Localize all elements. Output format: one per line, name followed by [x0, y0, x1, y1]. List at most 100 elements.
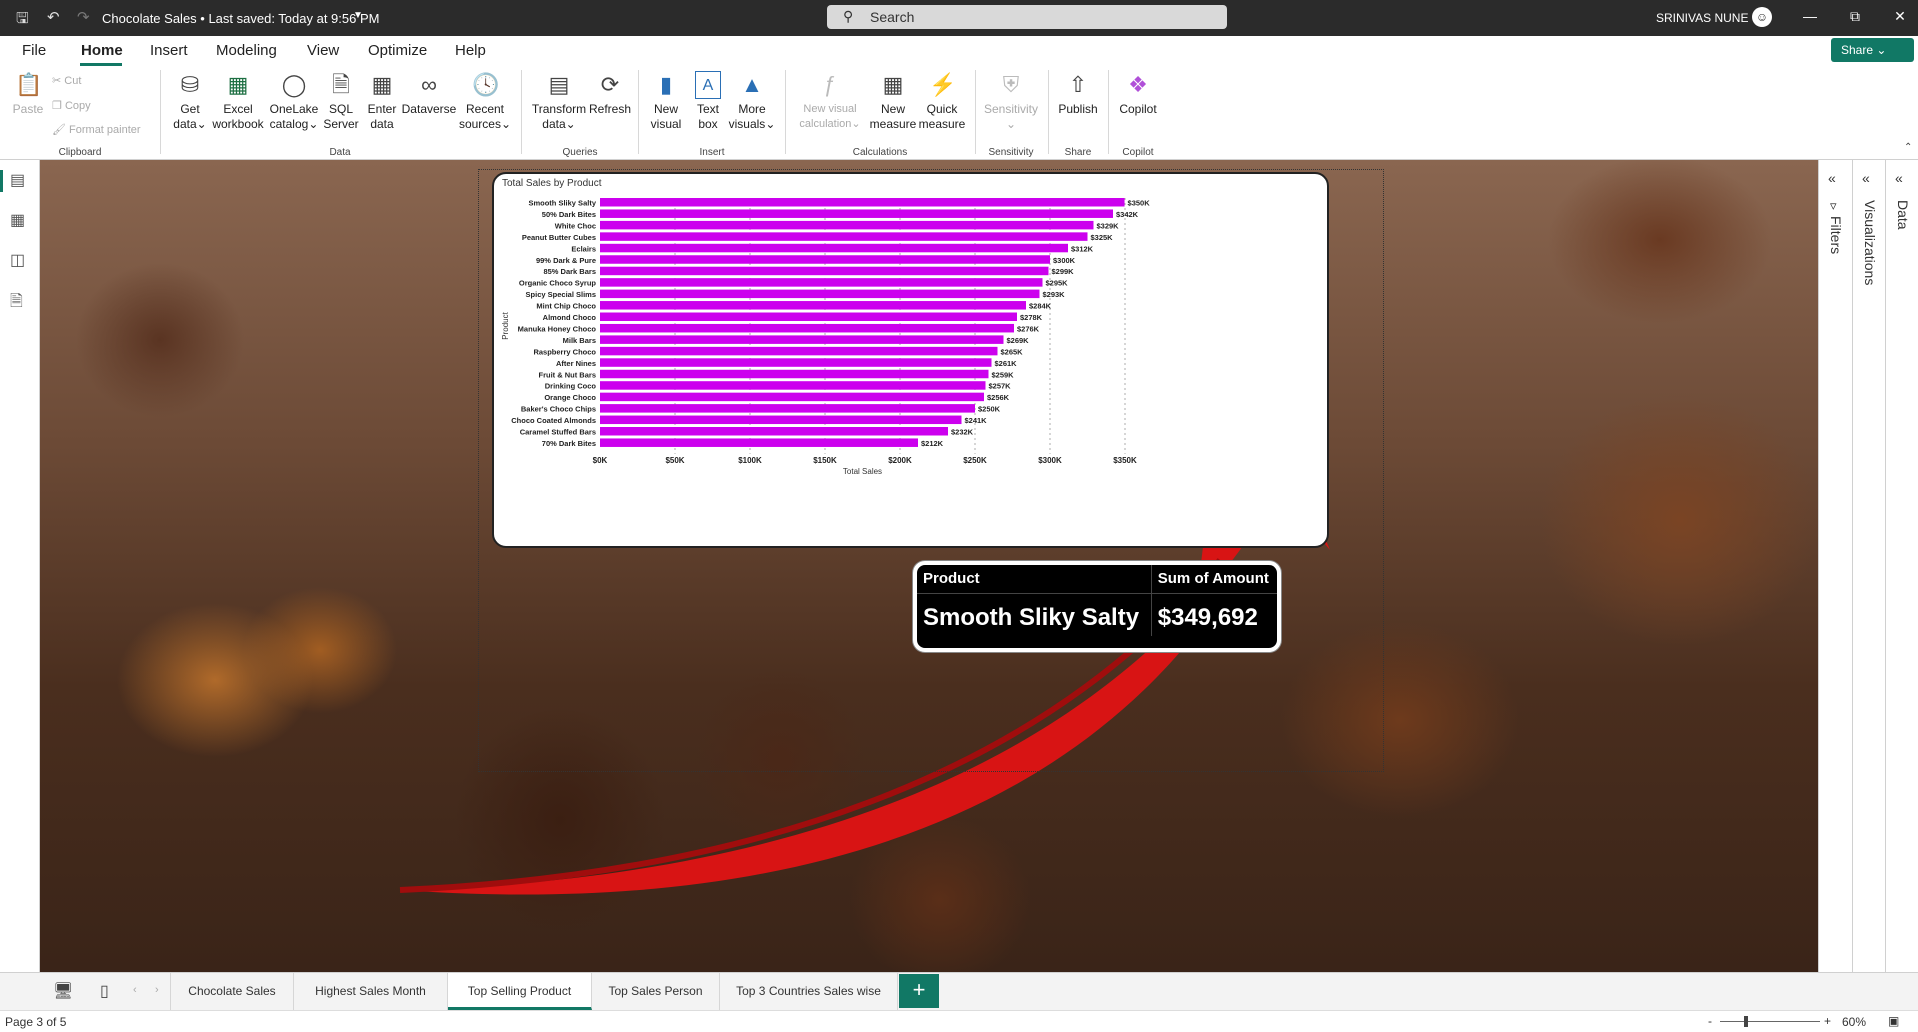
menu-bar: File Home Insert Modeling View Optimize … — [0, 36, 1918, 66]
new-measure-button[interactable]: ▦ New measure — [868, 66, 918, 132]
data-label: $284K — [1029, 302, 1052, 311]
x-tick-label: $50K — [665, 456, 684, 465]
page-indicator: Page 3 of 5 — [5, 1015, 67, 1029]
ribbon-separator — [975, 70, 976, 154]
dataverse-button[interactable]: ∞ Dataverse — [400, 66, 458, 117]
zoom-slider[interactable] — [1720, 1021, 1820, 1022]
publish-button[interactable]: ⇧ Publish — [1054, 66, 1102, 117]
model-view-icon[interactable]: ◫ — [10, 250, 25, 270]
x-tick-label: $250K — [963, 456, 987, 465]
restore-button[interactable]: ⧉ — [1840, 8, 1870, 25]
x-axis-title: Total Sales — [843, 467, 882, 476]
document-title[interactable]: Chocolate Sales • Last saved: Today at 9… — [102, 11, 379, 26]
chevron-up-icon[interactable]: ⌃ — [1904, 142, 1912, 153]
redo-icon[interactable]: ↷ — [77, 8, 90, 26]
chevron-left-icon[interactable]: « — [1828, 170, 1836, 186]
new-visual-calculation-button[interactable]: ƒ New visual calculation⌄ — [790, 66, 870, 132]
recent-sources-button[interactable]: 🕓 Recent sources⌄ — [458, 66, 512, 132]
quick-measure-button[interactable]: ⚡ Quick measure — [916, 66, 968, 132]
sensitivity-button[interactable]: ⛨ Sensitivity ⌄ — [980, 66, 1042, 132]
enter-data-button[interactable]: ▦ Enter data — [362, 66, 402, 132]
bar — [600, 381, 986, 390]
bar — [600, 266, 1049, 276]
menu-optimize[interactable]: Optimize — [368, 42, 427, 59]
table-view-icon[interactable]: ▦ — [10, 210, 25, 230]
add-page-button[interactable]: + — [899, 974, 939, 1008]
data-label: $295K — [1046, 279, 1069, 288]
fit-to-page-icon[interactable]: ▣ — [1888, 1014, 1899, 1028]
dax-query-view-icon[interactable]: 🗎 — [10, 290, 23, 317]
zoom-slider-thumb[interactable] — [1744, 1016, 1748, 1027]
table-cell-product: Smooth Sliky Salty — [923, 604, 1140, 631]
bar — [600, 335, 1004, 344]
chevron-left-icon[interactable]: ‹ — [133, 984, 137, 996]
bar-chart-icon: ▮ — [659, 72, 673, 97]
menu-file[interactable]: File — [22, 42, 46, 59]
y-tick-label: After Nines — [556, 359, 596, 368]
undo-icon[interactable]: ↶ — [47, 8, 60, 26]
recent-label-2: sources — [458, 117, 501, 131]
transform-data-button[interactable]: ▤ Transform data⌄ — [528, 66, 590, 132]
tab-chocolate-sales[interactable]: Chocolate Sales — [170, 973, 294, 1010]
share-button[interactable]: Share ⌄ — [1831, 38, 1914, 62]
get-data-button[interactable]: ⛁ Get data⌄ — [167, 66, 213, 132]
save-icon[interactable]: 🖫 — [16, 8, 29, 33]
sql-server-button[interactable]: 🗎 SQL Server — [321, 66, 361, 132]
chevron-left-icon[interactable]: « — [1862, 170, 1870, 186]
menu-home[interactable]: Home — [81, 42, 123, 59]
chevron-down-icon: ⌄ — [1876, 43, 1887, 57]
filters-label[interactable]: Filters — [1828, 216, 1844, 254]
bar — [600, 415, 962, 425]
power-bi-window: 🖫 ↶ ↷ Chocolate Sales • Last saved: Toda… — [0, 0, 1918, 1032]
recent-label-1: Recent — [465, 102, 505, 116]
format-painter-button[interactable]: 🖌 Format painter — [52, 123, 141, 136]
cut-button[interactable]: ✂ Cut — [52, 74, 81, 87]
menu-insert[interactable]: Insert — [150, 42, 188, 59]
tab-highest-sales-month[interactable]: Highest Sales Month — [294, 973, 448, 1010]
more-visuals-button[interactable]: ▲ More visuals⌄ — [727, 66, 777, 132]
bar-chart-visual[interactable]: Total Sales by Product $0K $50K $100K $150K… — [492, 172, 1329, 548]
close-button[interactable]: ✕ — [1885, 8, 1915, 25]
menu-modeling[interactable]: Modeling — [216, 42, 277, 59]
chevron-left-icon[interactable]: « — [1895, 170, 1903, 186]
dataverse-label: Dataverse — [401, 102, 457, 116]
desktop-layout-icon[interactable]: 🖥 — [53, 981, 73, 1001]
menu-help[interactable]: Help — [455, 42, 486, 59]
user-name[interactable]: SRINIVAS NUNE — [1656, 11, 1748, 25]
avatar[interactable]: ☺ — [1752, 7, 1772, 27]
get-data-label-1: Get — [180, 102, 200, 116]
y-tick-label: 70% Dark Bites — [542, 439, 596, 448]
paste-label: Paste — [12, 102, 44, 116]
data-label: $276K — [1017, 324, 1040, 333]
tab-top-3-countries[interactable]: Top 3 Countries Sales wise — [720, 973, 898, 1010]
refresh-button[interactable]: ⟳ Refresh — [587, 66, 633, 117]
zoom-out-button[interactable]: - — [1708, 1014, 1712, 1028]
filters-pane[interactable]: « ▿ Filters — [1818, 160, 1852, 972]
data-label: $299K — [1052, 267, 1075, 276]
mobile-layout-icon[interactable]: ▯ — [100, 981, 109, 1001]
zoom-in-button[interactable]: + — [1824, 1014, 1831, 1028]
excel-workbook-button[interactable]: ▦ Excel workbook — [210, 66, 266, 132]
paste-button[interactable]: 📋 Paste — [8, 66, 48, 117]
table-visual[interactable]: Product Sum of Amount Smooth Sliky Salty… — [913, 561, 1281, 652]
minimize-button[interactable]: — — [1795, 8, 1825, 24]
zoom-level[interactable]: 60% — [1842, 1015, 1866, 1029]
chevron-down-icon[interactable]: ▼ — [353, 10, 363, 21]
chevron-right-icon[interactable]: › — [155, 984, 159, 996]
copilot-button[interactable]: ❖ Copilot — [1113, 66, 1163, 117]
tab-top-selling-product[interactable]: Top Selling Product — [448, 973, 592, 1010]
report-canvas[interactable]: Total Sales by Product $0K $50K $100K $150K… — [40, 160, 1818, 972]
data-pane[interactable]: « Data — [1885, 160, 1918, 972]
copy-button[interactable]: ❐ Copy — [52, 99, 91, 112]
data-label: $293K — [1043, 290, 1066, 299]
tab-top-sales-person[interactable]: Top Sales Person — [592, 973, 720, 1010]
menu-view[interactable]: View — [307, 42, 339, 59]
visualizations-pane[interactable]: « Visualizations — [1852, 160, 1885, 972]
search-input[interactable]: ⚲ Search — [827, 5, 1227, 29]
onelake-catalog-button[interactable]: ◯ OneLake catalog⌄ — [266, 66, 322, 132]
new-visual-button[interactable]: ▮ New visual — [646, 66, 686, 132]
data-label[interactable]: Data — [1895, 200, 1911, 230]
report-view-icon[interactable]: ▤ — [10, 170, 25, 190]
text-box-button[interactable]: A Text box — [688, 66, 728, 132]
visualizations-label[interactable]: Visualizations — [1862, 200, 1878, 285]
